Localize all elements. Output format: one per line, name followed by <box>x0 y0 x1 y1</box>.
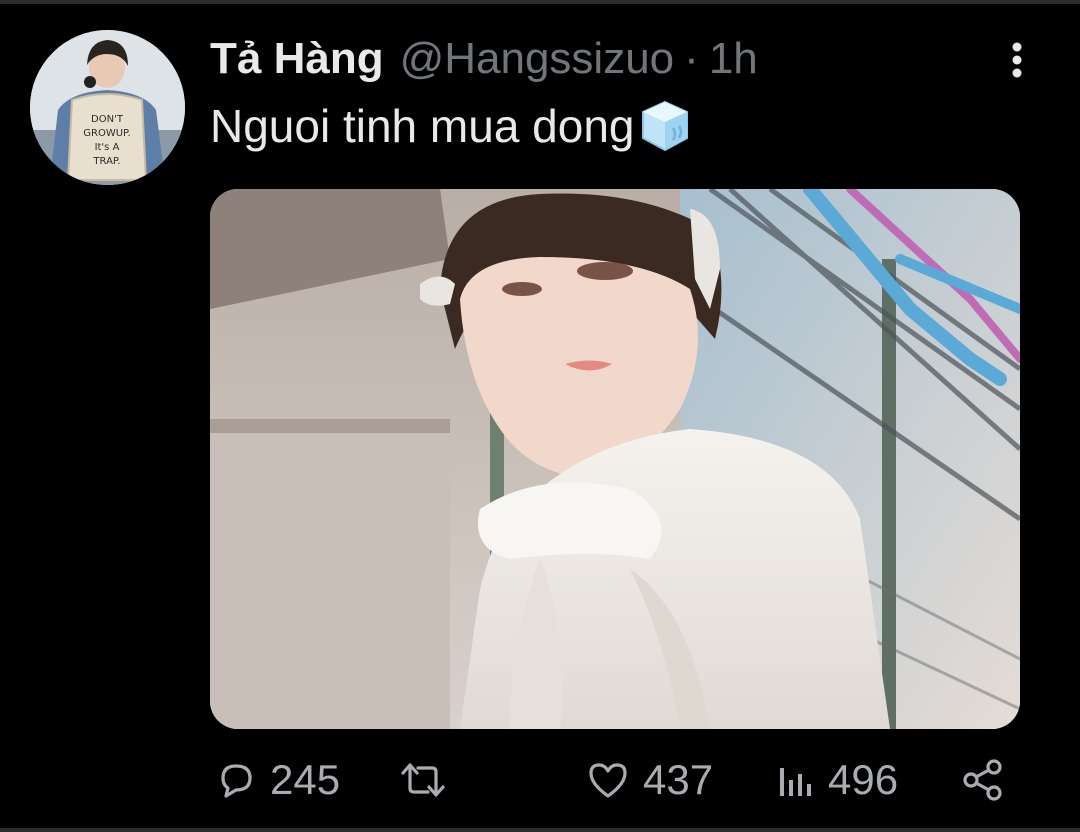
avatar-shirt-line-1: DON'T <box>91 114 124 125</box>
like-count: 437 <box>643 756 714 803</box>
like-icon <box>585 758 631 802</box>
retweet-icon <box>398 758 448 802</box>
avatar-shirt-line-4: TRAP. <box>92 156 120 167</box>
tweet-time[interactable]: 1h <box>709 34 758 84</box>
separator-dot: · <box>684 34 699 83</box>
avatar-shirt-line-3: It's A <box>95 142 120 153</box>
retweet-button[interactable] <box>398 750 460 810</box>
ice-cube-emoji-icon <box>637 98 693 154</box>
author-name[interactable]: Tả Hàng <box>210 34 384 84</box>
views-button[interactable]: 496 <box>776 750 898 810</box>
views-icon <box>776 758 816 802</box>
more-vertical-icon[interactable] <box>1004 40 1030 80</box>
avatar-shirt-line-2: GROWUP. <box>83 128 130 139</box>
like-button[interactable]: 437 <box>585 750 713 810</box>
view-count: 496 <box>828 756 899 803</box>
top-divider <box>0 0 1080 4</box>
share-icon <box>960 757 1006 803</box>
tweet-photo[interactable] <box>210 189 1020 729</box>
reply-icon <box>214 758 258 802</box>
avatar[interactable]: DON'T GROWUP. It's A TRAP. <box>30 30 185 185</box>
reply-count: 245 <box>270 756 341 803</box>
tweet-body: Nguoi tinh mua dong <box>210 98 693 154</box>
tweet-actions: 245 437 496 <box>0 750 1080 810</box>
share-button[interactable] <box>960 750 1006 810</box>
bottom-divider <box>0 828 1080 832</box>
tweet-header: Tả Hàng @Hangssizuo · 1h <box>210 34 758 90</box>
author-handle[interactable]: @Hangssizuo <box>400 34 675 84</box>
tweet-text: Nguoi tinh mua dong <box>210 100 635 152</box>
reply-button[interactable]: 245 <box>214 750 340 810</box>
